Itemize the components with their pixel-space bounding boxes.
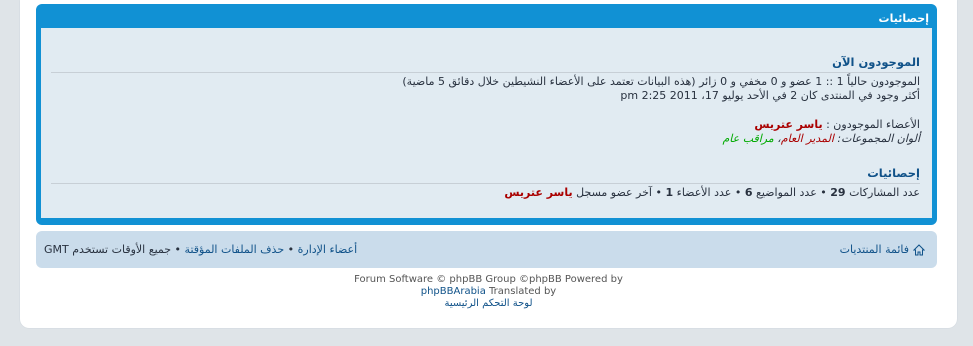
- bullet: •: [655, 186, 662, 199]
- timezone-text: جميع الأوقات تستخدم GMT: [44, 243, 172, 256]
- page-wrap: إحصائيات الموجودون الآن الموجودون حالياً…: [20, 0, 957, 328]
- record-online-line: أكثر وجود في المنتدى كان 2 في الأحد يولي…: [620, 89, 920, 102]
- members-label: عدد الأعضاء: [676, 186, 732, 199]
- bullet: •: [287, 243, 295, 256]
- statistics-line: عدد المشاركات 29 • عدد المواضيع 6 • عدد …: [504, 186, 920, 199]
- online-user-link[interactable]: ياسر عتريس: [754, 118, 822, 131]
- bullet: •: [174, 243, 182, 256]
- acp-link[interactable]: لوحة التحكم الرئيسية: [444, 298, 532, 309]
- bullet: •: [820, 186, 827, 199]
- members-value: 1: [665, 186, 674, 199]
- phpbbarabia-link[interactable]: phpBBArabia: [421, 286, 486, 297]
- online-count-line: الموجودون حالياً 1 :: 1 عضو و 0 مخفي و 0…: [402, 75, 920, 88]
- divider: [51, 183, 920, 184]
- online-members-label: الأعضاء الموجودون :: [826, 118, 920, 131]
- home-icon: [913, 243, 925, 255]
- stats-panel-inner: الموجودون الآن الموجودون حالياً 1 :: 1 ع…: [41, 28, 932, 218]
- nav-links: أعضاء الإدارة • حذف الملفات المؤقتة • جم…: [44, 243, 357, 256]
- footer-navbar: فائمة المنتديات أعضاء الإدارة • حذف المل…: [36, 231, 937, 268]
- legend-mod-link[interactable]: مراقب عام: [722, 132, 773, 145]
- topics-label: عدد المواضيع: [756, 186, 817, 199]
- newest-member-link[interactable]: ياسر عتريس: [504, 186, 572, 199]
- statistics-title: إحصائيات: [867, 166, 920, 180]
- posts-value: 29: [830, 186, 846, 199]
- group-legend-label: ألوان المجموعات:: [837, 132, 920, 145]
- copyright-line-3: لوحة التحكم الرئيسية: [20, 298, 957, 309]
- newest-member-label: آخر عضو مسجل: [576, 186, 652, 199]
- legend-admin-link[interactable]: المدير العام: [781, 132, 834, 145]
- forum-index-link[interactable]: فائمة المنتديات: [840, 243, 909, 256]
- posts-label: عدد المشاركات: [849, 186, 920, 199]
- copyright-line-2: phpBBArabia Translated by: [20, 286, 957, 297]
- bullet: •: [734, 186, 742, 199]
- home-nav[interactable]: فائمة المنتديات: [840, 243, 925, 256]
- topics-value: 6: [744, 186, 753, 199]
- team-link[interactable]: أعضاء الإدارة: [298, 243, 358, 256]
- translated-by-text: Translated by: [489, 286, 557, 297]
- stats-panel: إحصائيات الموجودون الآن الموجودون حالياً…: [36, 4, 937, 225]
- group-legend-line: ألوان المجموعات: المدير العام، مراقب عام: [722, 132, 920, 145]
- stats-panel-header: إحصائيات: [878, 12, 929, 25]
- divider: [51, 72, 920, 73]
- delete-cookies-link[interactable]: حذف الملفات المؤقتة: [185, 243, 285, 256]
- copyright-line-1: Forum Software © phpBB Group ©phpBB Powe…: [354, 274, 623, 285]
- online-members-line: الأعضاء الموجودون : ياسر عتريس: [754, 118, 920, 131]
- who-is-online-title[interactable]: الموجودون الآن: [832, 55, 920, 69]
